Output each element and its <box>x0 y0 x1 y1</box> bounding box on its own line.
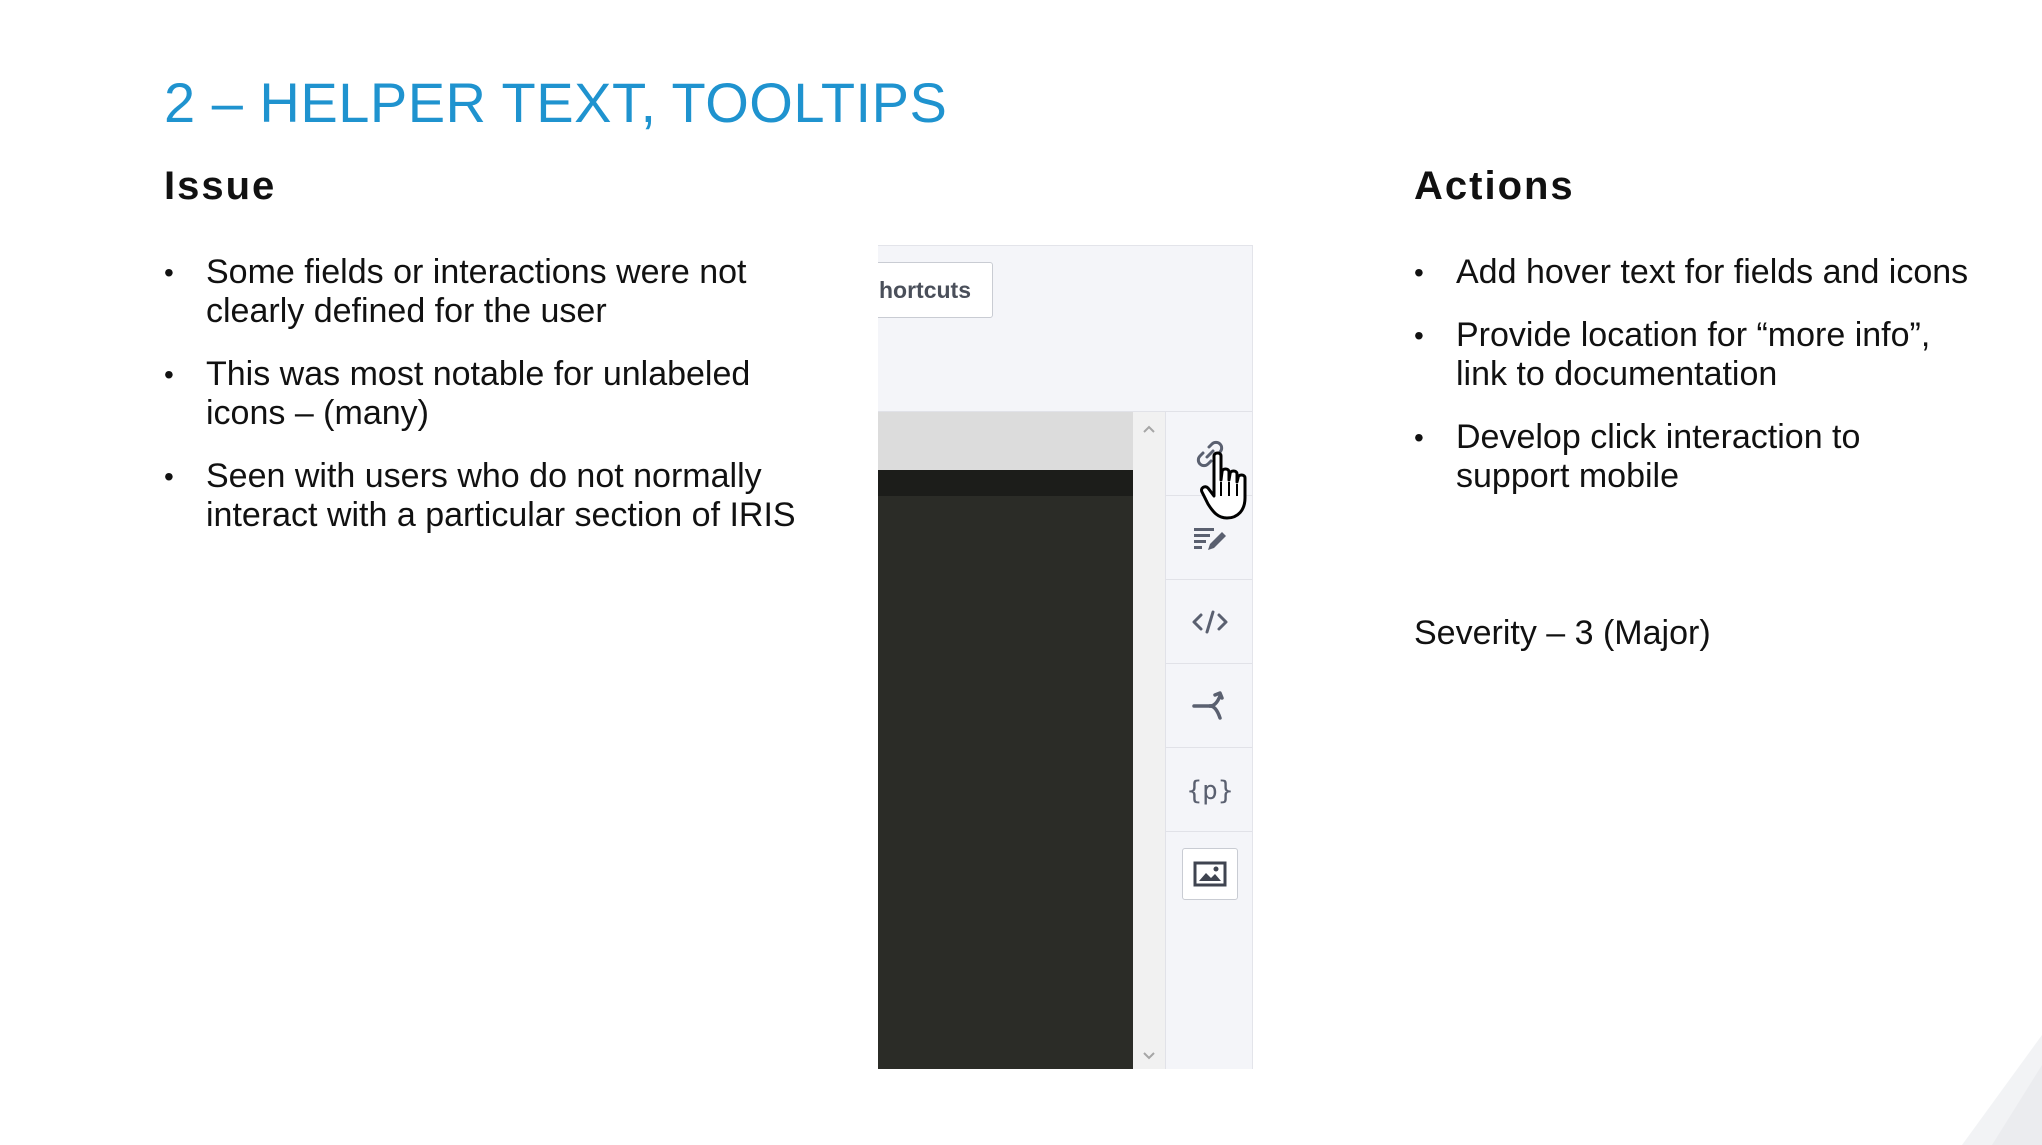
bullet-dot: • <box>1414 257 1424 288</box>
code-button[interactable] <box>1166 580 1252 664</box>
list-item: • Some fields or interactions were not cl… <box>164 253 804 331</box>
list-item: • Develop click interaction to support mo… <box>1414 418 1974 496</box>
parameter-icon: {p} <box>1188 776 1232 806</box>
parameter-button[interactable]: {p} <box>1166 748 1252 832</box>
shortcuts-button[interactable]: hortcuts <box>878 262 993 318</box>
bullet-dot: • <box>164 461 174 492</box>
action-bullet-text: Develop click interaction to support mob… <box>1456 418 1861 495</box>
bullet-dot: • <box>164 257 174 288</box>
parameter-icon-label: {p} <box>1188 776 1232 806</box>
action-bullet-text: Provide location for “more info”, link t… <box>1456 316 1931 393</box>
bullet-dot: • <box>1414 422 1424 453</box>
merge-button[interactable] <box>1166 664 1252 748</box>
editor-header-band <box>878 412 1133 470</box>
issue-bullet-text: Some fields or interactions were not cle… <box>206 253 747 330</box>
editor-screenshot: hortcuts {p} <box>878 245 1253 1069</box>
image-button-frame <box>1181 848 1238 900</box>
action-bullet-text: Add hover text for fields and icons <box>1456 253 1969 291</box>
edit-text-icon <box>1193 527 1226 550</box>
image-icon <box>1193 861 1226 887</box>
corner-decoration <box>1962 1035 2042 1145</box>
hand-pointer-cursor-icon <box>1200 451 1247 520</box>
chevron-up-icon[interactable] <box>1133 418 1165 438</box>
list-item: • Provide location for “more info”, link … <box>1414 316 1974 394</box>
merge-icon <box>1191 690 1224 720</box>
bullet-dot: • <box>164 359 174 390</box>
code-icon <box>1192 610 1227 633</box>
severity-label: Severity – 3 (Major) <box>1414 614 1711 652</box>
actions-list: • Add hover text for fields and icons • Pr… <box>1414 253 1974 520</box>
issue-bullet-text: This was most notable for unlabeled icon… <box>206 355 751 432</box>
list-item: • Add hover text for fields and icons <box>1414 253 1974 292</box>
issue-list: • Some fields or interactions were not cl… <box>164 253 804 559</box>
bullet-dot: • <box>1414 320 1424 351</box>
list-item: • This was most notable for unlabeled ico… <box>164 355 804 433</box>
slide-title: 2 – HELPER TEXT, TOOLTIPS <box>164 71 948 134</box>
insert-image-button[interactable] <box>1166 832 1252 916</box>
issue-bullet-text: Seen with users who do not normally inte… <box>206 457 796 534</box>
issue-heading: Issue <box>164 164 277 208</box>
actions-heading: Actions <box>1414 164 1575 208</box>
code-editor[interactable] <box>878 412 1133 1069</box>
list-item: • Seen with users who do not normally int… <box>164 457 804 535</box>
chevron-down-icon[interactable] <box>1133 1045 1165 1065</box>
editor-tab-band <box>878 470 1133 496</box>
scrollbar[interactable] <box>1133 412 1165 1069</box>
